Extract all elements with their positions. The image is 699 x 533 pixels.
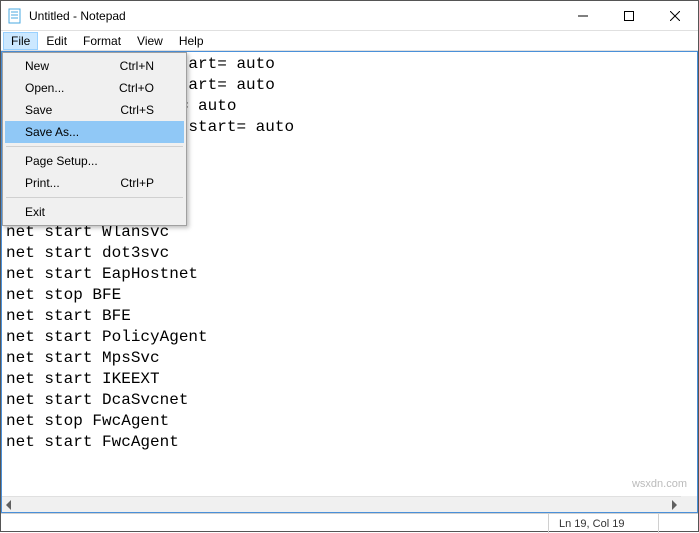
window-title: Untitled - Notepad [29, 9, 560, 23]
menu-item-print[interactable]: Print... Ctrl+P [5, 172, 184, 194]
horizontal-scrollbar[interactable] [2, 496, 681, 512]
menu-item-label: Save [25, 103, 120, 117]
status-bar: Ln 19, Col 19 [1, 513, 698, 533]
menu-item-label: Exit [25, 205, 154, 219]
menu-item-shortcut: Ctrl+N [120, 59, 154, 73]
menu-help[interactable]: Help [171, 32, 212, 50]
menu-item-page-setup[interactable]: Page Setup... [5, 150, 184, 172]
menu-view[interactable]: View [129, 32, 171, 50]
menu-item-save[interactable]: Save Ctrl+S [5, 99, 184, 121]
maximize-button[interactable] [606, 1, 652, 30]
menu-item-open[interactable]: Open... Ctrl+O [5, 77, 184, 99]
menu-item-shortcut: Ctrl+O [119, 81, 154, 95]
menu-edit[interactable]: Edit [38, 32, 75, 50]
menu-item-new[interactable]: New Ctrl+N [5, 55, 184, 77]
watermark: wsxdn.com [632, 478, 687, 490]
close-button[interactable] [652, 1, 698, 30]
menu-bar: File Edit Format View Help [1, 31, 698, 51]
menu-item-label: New [25, 59, 120, 73]
menu-separator [6, 197, 183, 198]
menu-item-save-as[interactable]: Save As... [5, 121, 184, 143]
menu-file[interactable]: File [3, 32, 38, 50]
status-extra [658, 514, 698, 533]
menu-item-shortcut: Ctrl+P [120, 176, 154, 190]
editor-container: tart= auto tart= auto = auto start= auto… [1, 51, 698, 513]
menu-separator [6, 146, 183, 147]
scroll-corner [681, 496, 697, 512]
status-position: Ln 19, Col 19 [548, 514, 658, 533]
menu-item-label: Page Setup... [25, 154, 154, 168]
notepad-icon [7, 8, 23, 24]
file-dropdown: New Ctrl+N Open... Ctrl+O Save Ctrl+S Sa… [2, 52, 187, 226]
menu-item-label: Save As... [25, 125, 154, 139]
title-bar: Untitled - Notepad [1, 1, 698, 31]
menu-item-exit[interactable]: Exit [5, 201, 184, 223]
menu-item-label: Print... [25, 176, 120, 190]
minimize-button[interactable] [560, 1, 606, 30]
menu-format[interactable]: Format [75, 32, 129, 50]
window-buttons [560, 1, 698, 30]
menu-item-shortcut: Ctrl+S [120, 103, 154, 117]
menu-item-label: Open... [25, 81, 119, 95]
